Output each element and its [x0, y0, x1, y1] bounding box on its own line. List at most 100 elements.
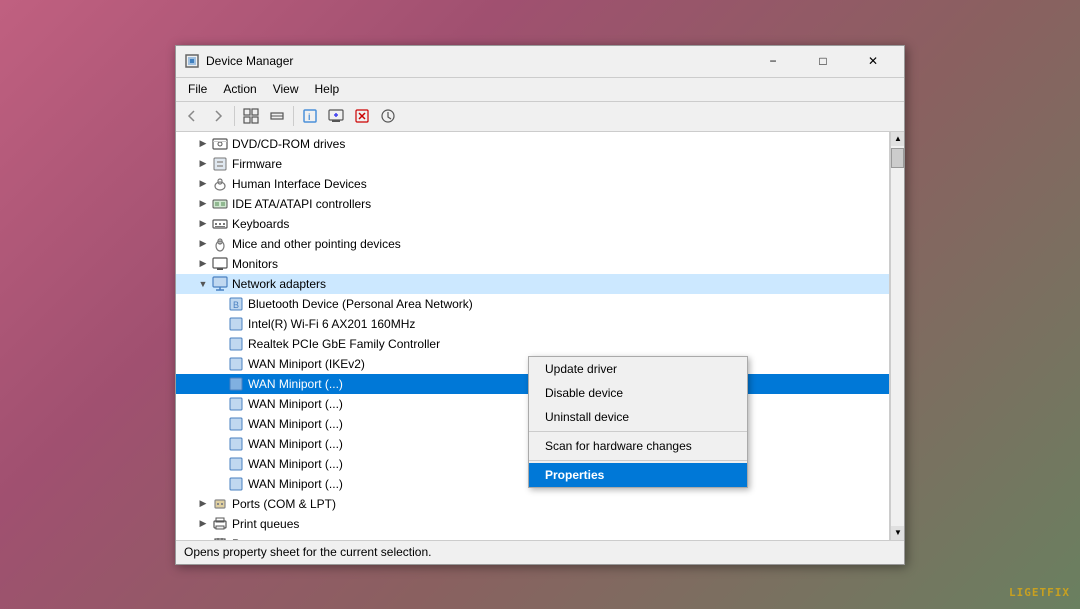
icon-keyboards: [212, 216, 228, 232]
label-network: Network adapters: [232, 277, 326, 291]
icon-realtek: [228, 336, 244, 352]
icon-wan7: [228, 476, 244, 492]
maximize-button[interactable]: □: [800, 47, 846, 75]
expand-icon-firmware[interactable]: ▶: [196, 157, 210, 171]
label-ide: IDE ATA/ATAPI controllers: [232, 197, 371, 211]
label-wan3: WAN Miniport (...): [248, 397, 343, 411]
scroll-down-button[interactable]: ▼: [891, 526, 904, 540]
svg-text:i: i: [308, 112, 311, 122]
label-realtek: Realtek PCIe GbE Family Controller: [248, 337, 440, 351]
window-title: Device Manager: [206, 54, 750, 68]
tree-item-dvd[interactable]: ▶ DVD/CD-ROM drives: [176, 134, 889, 154]
label-hid: Human Interface Devices: [232, 177, 367, 191]
context-menu: Update driver Disable device Uninstall d…: [528, 356, 748, 488]
tree-item-keyboards[interactable]: ▶ Keyboards: [176, 214, 889, 234]
scrollbar[interactable]: ▲ ▼: [890, 132, 904, 540]
device-manager-window: Device Manager − □ ✕ File Action View He…: [175, 45, 905, 565]
toolbar-separator-2: [293, 106, 294, 126]
menu-help[interactable]: Help: [307, 80, 348, 98]
label-wan7: WAN Miniport (...): [248, 477, 343, 491]
icon-printq: [212, 516, 228, 532]
tree-item-network[interactable]: ▼ Network adapters: [176, 274, 889, 294]
icon-ports: [212, 496, 228, 512]
icon-wifi: [228, 316, 244, 332]
ctx-scan-changes[interactable]: Scan for hardware changes: [529, 434, 747, 458]
icon-monitors: [212, 256, 228, 272]
label-printq: Print queues: [232, 517, 299, 531]
tree-item-mice[interactable]: ▶ Mice and other pointing devices: [176, 234, 889, 254]
icon-bluetooth: B: [228, 296, 244, 312]
expand-icon-ports[interactable]: ▶: [196, 497, 210, 511]
icon-wan4: [228, 416, 244, 432]
label-bluetooth: Bluetooth Device (Personal Area Network): [248, 297, 473, 311]
menu-bar: File Action View Help: [176, 78, 904, 102]
expand-icon-processors[interactable]: ▶: [196, 537, 210, 540]
icon-mice: [212, 236, 228, 252]
tree-item-realtek[interactable]: ▶ Realtek PCIe GbE Family Controller: [176, 334, 889, 354]
label-keyboards: Keyboards: [232, 217, 289, 231]
forward-button[interactable]: [206, 104, 230, 128]
tree-item-printq[interactable]: ▶ Print queues: [176, 514, 889, 534]
expand-icon-hid[interactable]: ▶: [196, 177, 210, 191]
back-button[interactable]: [180, 104, 204, 128]
icon-wan6: [228, 456, 244, 472]
icon-wan-ctx: [228, 376, 244, 392]
icon-hid: [212, 176, 228, 192]
icon-wan5: [228, 436, 244, 452]
ctx-sep-2: [529, 460, 747, 461]
collapse-all-button[interactable]: [265, 104, 289, 128]
expand-icon-ide[interactable]: ▶: [196, 197, 210, 211]
watermark: LIGETFIX: [1009, 586, 1070, 599]
expand-icon-network[interactable]: ▼: [196, 277, 210, 291]
tree-item-bluetooth[interactable]: ▶ B Bluetooth Device (Personal Area Netw…: [176, 294, 889, 314]
ctx-update-driver[interactable]: Update driver: [529, 357, 747, 381]
properties-button[interactable]: i: [298, 104, 322, 128]
tree-item-firmware[interactable]: ▶ Firmware: [176, 154, 889, 174]
expand-all-button[interactable]: [239, 104, 263, 128]
svg-text:B: B: [233, 300, 239, 310]
icon-network: [212, 276, 228, 292]
tree-item-processors[interactable]: ▶ Processors: [176, 534, 889, 540]
label-dvd: DVD/CD-ROM drives: [232, 137, 345, 151]
expand-icon-mice[interactable]: ▶: [196, 237, 210, 251]
label-monitors: Monitors: [232, 257, 278, 271]
uninstall-button[interactable]: [350, 104, 374, 128]
menu-view[interactable]: View: [265, 80, 307, 98]
label-processors: Processors: [232, 537, 292, 540]
tree-item-monitors[interactable]: ▶ Monitors: [176, 254, 889, 274]
minimize-button[interactable]: −: [750, 47, 796, 75]
menu-file[interactable]: File: [180, 80, 215, 98]
label-wan4: WAN Miniport (...): [248, 417, 343, 431]
expand-icon-keyboards[interactable]: ▶: [196, 217, 210, 231]
icon-dvd: [212, 136, 228, 152]
ctx-disable-device[interactable]: Disable device: [529, 381, 747, 405]
icon-processors: [212, 536, 228, 540]
icon-wan-ikev2: [228, 356, 244, 372]
expand-icon-printq[interactable]: ▶: [196, 517, 210, 531]
tree-item-ports[interactable]: ▶ Ports (COM & LPT): [176, 494, 889, 514]
expand-icon-monitors[interactable]: ▶: [196, 257, 210, 271]
close-button[interactable]: ✕: [850, 47, 896, 75]
expand-icon-dvd[interactable]: ▶: [196, 137, 210, 151]
tree-item-wifi[interactable]: ▶ Intel(R) Wi-Fi 6 AX201 160MHz: [176, 314, 889, 334]
scrollbar-thumb[interactable]: [891, 148, 904, 168]
label-wan5: WAN Miniport (...): [248, 437, 343, 451]
label-wan-ikev2: WAN Miniport (IKEv2): [248, 357, 365, 371]
label-ports: Ports (COM & LPT): [232, 497, 336, 511]
toolbar: i: [176, 102, 904, 132]
icon-wan3: [228, 396, 244, 412]
scroll-up-button[interactable]: ▲: [891, 132, 904, 146]
icon-firmware: [212, 156, 228, 172]
ctx-uninstall-device[interactable]: Uninstall device: [529, 405, 747, 429]
tree-item-ide[interactable]: ▶ IDE ATA/ATAPI controllers: [176, 194, 889, 214]
status-bar: Opens property sheet for the current sel…: [176, 540, 904, 564]
scan-changes-button[interactable]: [324, 104, 348, 128]
ctx-sep-1: [529, 431, 747, 432]
update-driver-button[interactable]: [376, 104, 400, 128]
title-bar: Device Manager − □ ✕: [176, 46, 904, 78]
label-firmware: Firmware: [232, 157, 282, 171]
menu-action[interactable]: Action: [215, 80, 264, 98]
tree-item-hid[interactable]: ▶ Human Interface Devices: [176, 174, 889, 194]
icon-ide: [212, 196, 228, 212]
ctx-properties[interactable]: Properties: [529, 463, 747, 487]
